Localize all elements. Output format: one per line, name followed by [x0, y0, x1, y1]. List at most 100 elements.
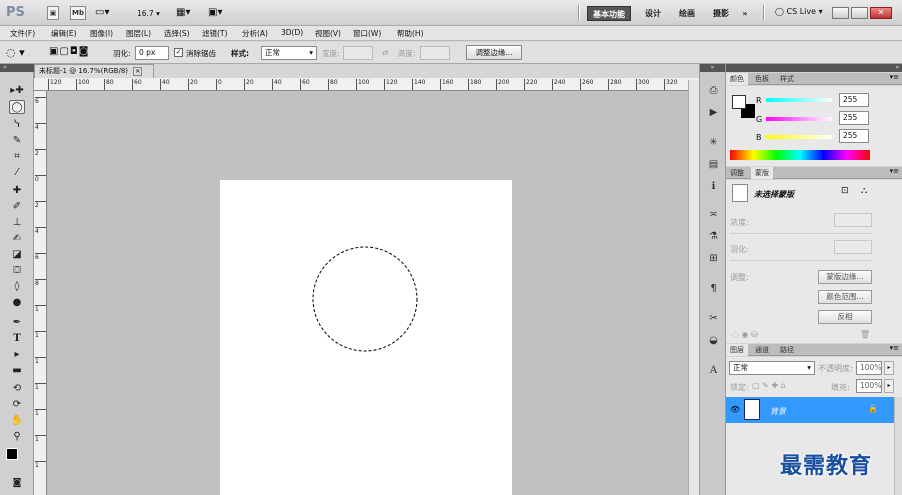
vertical-scrollbar[interactable] — [688, 80, 699, 495]
menu-item[interactable]: 视图(V) — [315, 28, 341, 39]
menu-item[interactable]: 分析(A) — [242, 28, 268, 39]
mask-edge-button[interactable]: 蒙版边缘... — [818, 270, 872, 284]
tab-color[interactable]: 颜色 — [726, 73, 748, 85]
tool-presets-icon[interactable]: ✂ — [706, 312, 721, 326]
tool-preset-picker[interactable]: ◌ ▾ — [6, 46, 25, 59]
path-selection-tool-icon[interactable]: ▸ — [9, 348, 25, 362]
menu-item[interactable]: 编辑(E) — [51, 28, 77, 39]
tab-paths[interactable]: 路径 — [776, 344, 798, 356]
panel-menu-icon[interactable]: ▾≡ — [890, 73, 899, 81]
hand-tool-icon[interactable]: ✋ — [9, 414, 25, 428]
strip-collapse-icon[interactable]: » — [700, 64, 725, 72]
fill-arrow-icon[interactable]: ▸ — [884, 379, 894, 393]
styles-icon[interactable]: ⊞ — [706, 252, 721, 266]
crop-tool-icon[interactable]: ⌗ — [9, 150, 25, 164]
tab-masks[interactable]: 蒙版 — [751, 167, 773, 179]
opacity-input[interactable]: 100% — [856, 361, 882, 375]
eraser-tool-icon[interactable]: ◪ — [9, 248, 25, 262]
shape-tool-icon[interactable]: ▬ — [9, 364, 25, 378]
character-icon[interactable]: A — [706, 364, 721, 378]
menu-item[interactable]: 3D(D) — [281, 28, 303, 37]
pen-tool-icon[interactable]: ✒ — [9, 316, 25, 330]
paint-bucket-tool-icon[interactable]: ⛋ — [9, 264, 25, 278]
style-select[interactable]: 正常 ▾ — [261, 46, 317, 60]
view-extras-icon[interactable]: ▭▾ — [95, 7, 109, 18]
eye-icon[interactable]: 👁 — [730, 405, 740, 414]
3d-orbit-tool-icon[interactable]: ⟳ — [9, 398, 25, 412]
blend-mode-select[interactable]: 正常 ▾ — [729, 361, 815, 375]
tab-adjustments[interactable]: 调整 — [726, 167, 748, 179]
feather-input[interactable]: 0 px — [135, 46, 169, 60]
width-input[interactable] — [343, 46, 373, 60]
lasso-tool-icon[interactable]: ᓭ — [9, 118, 25, 132]
menu-item[interactable]: 帮助(H) — [397, 28, 424, 39]
delete-mask-icon[interactable]: 🗑 — [860, 330, 870, 339]
brushes-icon[interactable]: ✳ — [706, 136, 721, 150]
fill-input[interactable]: 100% — [856, 379, 882, 393]
menu-item[interactable]: 图像(I) — [90, 28, 113, 39]
menu-item[interactable]: 窗口(W) — [353, 28, 381, 39]
tab-swatches[interactable]: 色板 — [751, 73, 773, 85]
3d-rotate-tool-icon[interactable]: ⟲ — [9, 382, 25, 396]
actions-icon[interactable]: ▶ — [706, 106, 721, 120]
refine-edge-button[interactable]: 调整边缘... — [466, 45, 522, 60]
document-tab[interactable]: 未标题-1 @ 16.7%(RGB/8) ✕ — [34, 64, 154, 78]
more-workspaces-button[interactable]: » — [737, 6, 753, 21]
feather-slider[interactable] — [730, 260, 872, 261]
vector-mask-icon[interactable]: ⛬ — [861, 186, 867, 196]
invert-button[interactable]: 反相 — [818, 310, 872, 324]
paragraph-icon[interactable]: ¶ — [706, 282, 721, 296]
zoom-tool-icon[interactable]: ⚲ — [9, 430, 25, 444]
panel-menu-icon[interactable]: ▾≡ — [890, 344, 899, 352]
tab-channels[interactable]: 通道 — [751, 344, 773, 356]
minimize-button[interactable] — [832, 7, 849, 19]
color-spectrum-bar[interactable] — [730, 150, 870, 160]
color-range-button[interactable]: 颜色范围... — [818, 290, 872, 304]
eyedropper-tool-icon[interactable]: ⁄ — [9, 166, 25, 180]
g-slider[interactable] — [766, 117, 832, 121]
type-tool-icon[interactable]: T — [9, 332, 25, 346]
lock-icons[interactable]: ▢ ✎ ✚ ⌂ — [752, 381, 786, 390]
toolbox-collapse-icon[interactable]: » — [0, 64, 34, 72]
density-slider[interactable] — [730, 233, 872, 234]
foreground-color-swatch[interactable] — [6, 448, 18, 460]
mini-bridge-button[interactable]: Mb — [70, 6, 86, 20]
brush-tool-icon[interactable]: ✐ — [9, 200, 25, 214]
r-slider[interactable] — [766, 98, 832, 102]
pixel-mask-icon[interactable]: ⊡ — [841, 186, 849, 196]
adjust-icon[interactable]: ⚗ — [706, 230, 721, 244]
layer-row-background[interactable]: 👁 背景 🔒 — [726, 397, 894, 423]
workspace-design[interactable]: 设计 — [641, 6, 665, 21]
menu-item[interactable]: 选择(S) — [164, 28, 190, 39]
antialias-checkbox[interactable]: ✓ — [174, 48, 183, 57]
workspace-photography[interactable]: 摄影 — [709, 6, 733, 21]
move-tool-icon[interactable]: ▸✚ — [9, 84, 25, 98]
mask-feather-input[interactable] — [834, 240, 872, 254]
screen-mode-icon[interactable]: ▣▾ — [208, 7, 222, 18]
clone-source-icon[interactable]: ▤ — [706, 158, 721, 172]
dock-collapse-icon[interactable]: » — [726, 64, 902, 72]
notes-icon[interactable]: ◒ — [706, 334, 721, 348]
panel-menu-icon[interactable]: ▾≡ — [890, 167, 899, 175]
quick-mask-icon[interactable]: ◙ — [9, 476, 25, 490]
menu-item[interactable]: 图层(L) — [126, 28, 151, 39]
swatch-tool-icon[interactable]: ≍ — [706, 208, 721, 222]
swap-icon[interactable]: ⇄ — [382, 48, 388, 57]
tab-styles[interactable]: 样式 — [776, 73, 798, 85]
menu-item[interactable]: 文件(F) — [10, 28, 35, 39]
close-button[interactable]: ✕ — [870, 7, 892, 19]
arrange-documents-icon[interactable]: ▦▾ — [176, 7, 190, 18]
clone-stamp-tool-icon[interactable]: ⊥ — [9, 216, 25, 230]
layers-scrollbar[interactable] — [894, 397, 902, 495]
r-input[interactable]: 255 — [839, 93, 869, 107]
info-icon[interactable]: ℹ — [706, 180, 721, 194]
foreground-swatch[interactable] — [732, 95, 746, 109]
history-brush-tool-icon[interactable]: ✍ — [9, 232, 25, 246]
spot-healing-tool-icon[interactable]: ✚ — [9, 184, 25, 198]
workspace-essentials[interactable]: 基本功能 — [587, 6, 631, 21]
maximize-button[interactable] — [851, 7, 868, 19]
cs-live-menu[interactable]: ◯ CS Live ▾ — [775, 7, 823, 16]
density-input[interactable] — [834, 213, 872, 227]
quick-selection-tool-icon[interactable]: ✎ — [9, 134, 25, 148]
b-input[interactable]: 255 — [839, 129, 869, 143]
